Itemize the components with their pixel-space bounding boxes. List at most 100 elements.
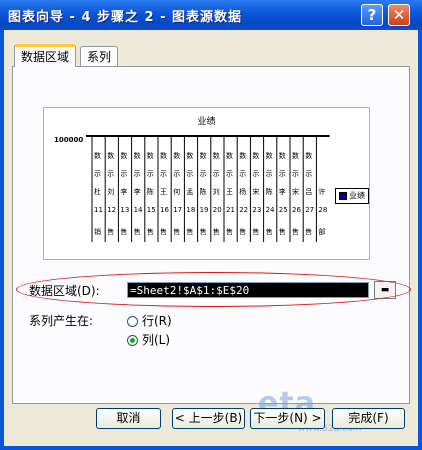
category-label: 15	[147, 206, 156, 214]
category-label: 数	[120, 151, 127, 160]
data-range-label: 数据区域(D):	[29, 284, 100, 298]
category-label: 12	[107, 206, 116, 214]
category-label: 数	[279, 151, 286, 160]
chart-legend: 业绩	[335, 188, 369, 204]
category-label: 数	[213, 151, 220, 160]
category-label: 17	[173, 206, 182, 214]
dialog-body: 数据区域 系列 业绩 100000 数示杜 11 销数示刘 12 售数示李 13 售数示李 1…	[4, 30, 418, 446]
category-label: 16	[160, 206, 169, 214]
back-button[interactable]: < 上一步(B)	[172, 408, 245, 429]
category-label: 示	[213, 170, 220, 178]
category-label: 数	[200, 151, 207, 160]
category-label: 数	[94, 151, 101, 160]
category-label: 示	[186, 170, 193, 178]
category-label: 25	[279, 206, 288, 214]
category-label: 示	[279, 170, 286, 178]
category-label: 售	[173, 227, 180, 236]
category-label: 部	[318, 227, 325, 236]
category-label: 售	[305, 227, 312, 236]
category-label: 孟	[186, 187, 193, 196]
category-label: 何	[173, 187, 180, 196]
category-label: 吕	[305, 188, 312, 196]
category-label: 数	[107, 151, 114, 160]
category-label: 售	[160, 227, 167, 236]
category-label: 示	[292, 170, 299, 178]
category-label: 销	[94, 227, 101, 236]
data-range-input[interactable]: =Sheet2!$A$1:$E$20	[127, 282, 369, 298]
category-label: 14	[134, 206, 143, 214]
category-label: 示	[120, 170, 127, 178]
next-button[interactable]: 下一步(N) >	[250, 408, 325, 429]
category-label: 售	[266, 227, 273, 236]
category-label: 售	[107, 227, 114, 236]
category-label: 示	[239, 170, 246, 178]
category-label: 售	[252, 227, 259, 236]
window-title: 图表向导 - 4 步骤之 2 - 图表源数据	[8, 10, 243, 25]
help-button[interactable]: ?	[361, 4, 383, 26]
category-label: 示	[200, 170, 207, 178]
category-label: 数	[147, 151, 154, 160]
category-label: 数	[160, 151, 167, 160]
category-label: 售	[186, 227, 193, 236]
category-label: 陈	[266, 187, 273, 196]
category-label: 20	[213, 206, 222, 214]
category-label: 售	[120, 227, 127, 236]
category-label: 售	[134, 227, 141, 236]
category-label: 示	[266, 170, 273, 178]
category-label: 24	[266, 206, 275, 214]
radio-columns-button[interactable]	[127, 335, 138, 346]
title-bar[interactable]: 图表向导 - 4 步骤之 2 - 图表源数据 ? ✕	[0, 0, 422, 30]
chart-wizard-window: 图表向导 - 4 步骤之 2 - 图表源数据 ? ✕ 数据区域 系列 业绩 10…	[0, 0, 422, 450]
category-label: 售	[279, 227, 286, 236]
category-label: 数	[239, 151, 246, 160]
category-label: 售	[239, 227, 246, 236]
category-label: 数	[226, 151, 233, 160]
category-label: 示	[107, 170, 114, 178]
category-label: 售	[292, 227, 299, 236]
radio-rows-label: 行(R)	[142, 314, 172, 328]
category-label: 王	[226, 188, 233, 196]
category-label: 陈	[147, 187, 154, 196]
category-label: 19	[200, 206, 209, 214]
category-label: 刘	[107, 187, 114, 196]
category-label: 售	[226, 227, 233, 236]
category-label: 杨	[239, 187, 246, 196]
category-label: 王	[160, 188, 167, 196]
tab-series[interactable]: 系列	[80, 46, 119, 66]
category-label: 数	[266, 151, 273, 160]
category-label: 李	[279, 187, 286, 196]
category-label: 22	[239, 206, 248, 214]
category-label: 示	[94, 170, 101, 178]
legend-label: 业绩	[349, 191, 365, 200]
close-button[interactable]: ✕	[388, 4, 410, 26]
category-label: 28	[318, 206, 327, 214]
category-label: 陈	[200, 187, 207, 196]
category-label: 27	[305, 206, 314, 214]
category-label: 数	[134, 151, 141, 160]
category-label: 示	[147, 170, 154, 178]
radio-columns[interactable]: 列(L)	[127, 332, 170, 348]
preview-plot: 100000 数示杜 11 销 数示刘 12 售 数示李 13 售 数示李 14 售 数示陈 15 售 数示王…	[54, 135, 330, 242]
category-label: 18	[186, 206, 195, 214]
category-label: 售	[213, 227, 220, 236]
category-label: 李	[134, 187, 141, 196]
collapse-dialog-button[interactable]: ▬	[374, 281, 396, 299]
category-label: 示	[134, 170, 141, 178]
category-label: 11	[94, 206, 103, 214]
chart-preview: 业绩 100000 数示杜 11 销 数示刘 12 售 数示李 13 售 数示李 14 售 数示陈 15 售…	[43, 107, 370, 260]
radio-rows[interactable]: 行(R)	[127, 313, 172, 329]
category-label: 示	[252, 170, 259, 178]
radio-rows-button[interactable]	[127, 316, 138, 327]
category-label: 宋	[252, 187, 259, 196]
category-label: 数	[173, 151, 180, 160]
cancel-button[interactable]: 取消	[96, 408, 161, 429]
category-label: 示	[305, 170, 312, 178]
finish-button[interactable]: 完成(F)	[332, 408, 405, 429]
axis-label: 100000	[54, 136, 83, 144]
category-label: 杜	[94, 187, 101, 196]
category-label: 示	[160, 170, 167, 178]
category-label: 示	[226, 170, 233, 178]
category-label: 26	[292, 206, 301, 214]
tab-data-range[interactable]: 数据区域	[14, 44, 77, 67]
category-label: 13	[120, 206, 129, 214]
